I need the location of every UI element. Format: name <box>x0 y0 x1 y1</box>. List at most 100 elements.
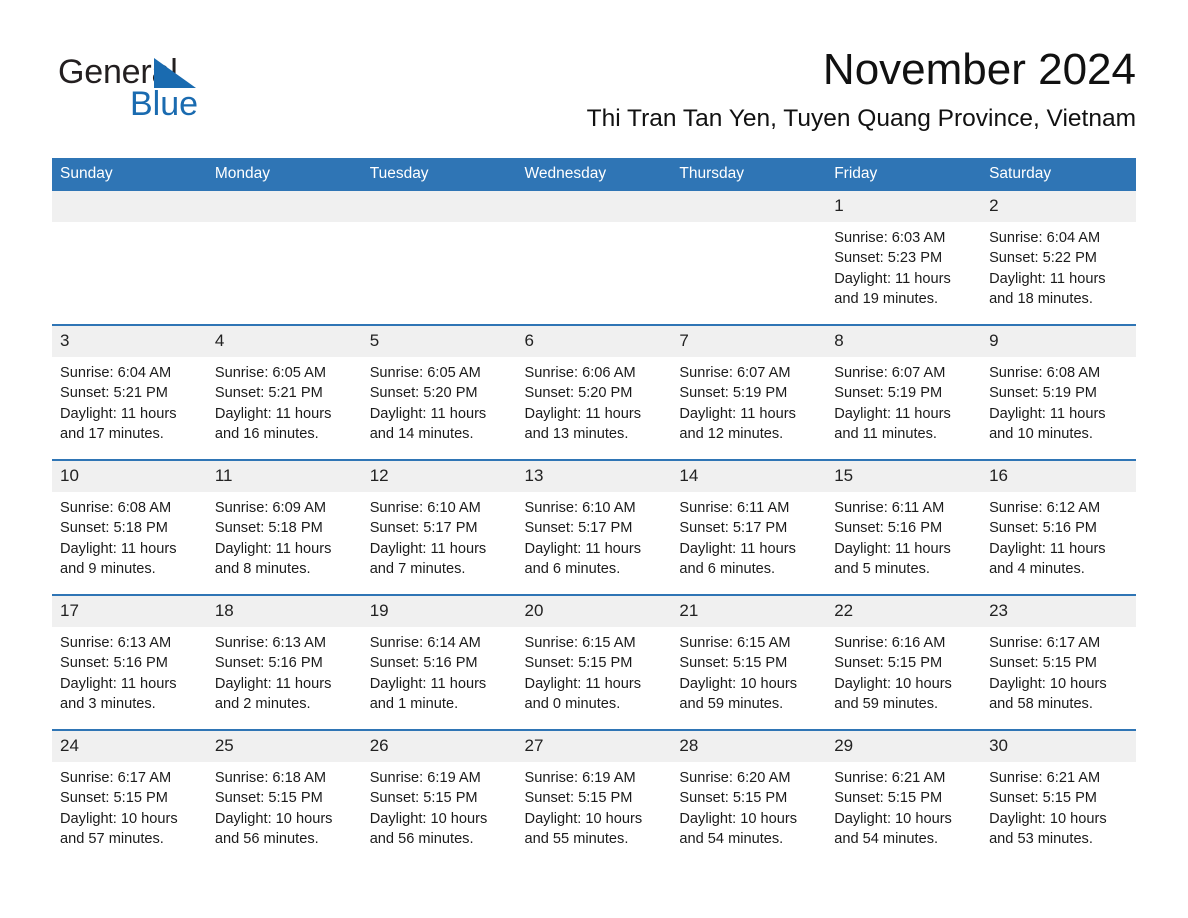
sunset-text: Sunset: 5:15 PM <box>524 655 633 672</box>
sunset-text: Sunset: 5:15 PM <box>989 790 1097 807</box>
calendar-day-cell[interactable]: 26 Sunrise: 6:19 AM Sunset: 5:15 PM Dayligh… <box>361 729 517 864</box>
day-sun-info: Sunrise: 6:13 AM Sunset: 5:16 PM Daylight:… <box>207 627 362 714</box>
day-sun-info: Sunrise: 6:15 AM Sunset: 5:15 PM Daylight:… <box>517 627 672 714</box>
sunrise-text: Sunrise: 6:04 AM <box>60 365 172 381</box>
calendar-week-row: 24 Sunrise: 6:17 AM Sunset: 5:15 PM Dayligh… <box>52 729 1136 864</box>
sunset-text: Sunset: 5:19 PM <box>679 385 788 402</box>
day-number: 17 <box>52 596 207 627</box>
weekday-header-tuesday: Tuesday <box>361 158 517 191</box>
sunrise-text: Sunrise: 6:17 AM <box>989 635 1101 651</box>
calendar-day-cell[interactable]: 17 Sunrise: 6:13 AM Sunset: 5:16 PM Dayligh… <box>52 594 207 730</box>
calendar-day-cell[interactable]: 30 Sunrise: 6:21 AM Sunset: 5:15 PM Dayligh… <box>981 729 1136 864</box>
sunset-text: Sunset: 5:16 PM <box>834 520 943 537</box>
day-number: 8 <box>826 326 982 357</box>
calendar-day-cell[interactable]: 13 Sunrise: 6:10 AM Sunset: 5:17 PM Dayligh… <box>516 459 672 595</box>
day-sun-info: Sunrise: 6:14 AM Sunset: 5:16 PM Daylight:… <box>362 627 517 714</box>
calendar-day-cell[interactable]: 8 Sunrise: 6:07 AM Sunset: 5:19 PM Daylight… <box>826 324 982 460</box>
day-sun-info: Sunrise: 6:08 AM Sunset: 5:19 PM Daylight:… <box>981 357 1136 444</box>
day-sun-info: Sunrise: 6:05 AM Sunset: 5:21 PM Daylight:… <box>207 357 362 444</box>
calendar-day-cell[interactable]: 19 Sunrise: 6:14 AM Sunset: 5:16 PM Dayligh… <box>361 594 517 730</box>
month-calendar: Sunday Monday Tuesday Wednesday Thursday… <box>52 158 1136 864</box>
sunset-text: Sunset: 5:19 PM <box>989 385 1097 402</box>
logo-text-blue: Blue <box>130 85 199 123</box>
day-number <box>671 191 827 222</box>
sunrise-text: Sunrise: 6:19 AM <box>369 770 481 786</box>
calendar-day-cell[interactable]: 16 Sunrise: 6:12 AM Sunset: 5:16 PM Dayligh… <box>981 459 1136 595</box>
daylight-text: Daylight: 11 hours and 2 minutes. <box>214 675 332 712</box>
day-number: 15 <box>826 461 982 492</box>
calendar-day-cell[interactable]: 12 Sunrise: 6:10 AM Sunset: 5:17 PM Dayligh… <box>361 459 517 595</box>
daylight-text: Daylight: 11 hours and 11 minutes. <box>834 405 951 442</box>
sunset-text: Sunset: 5:17 PM <box>369 520 478 537</box>
daylight-text: Daylight: 10 hours and 56 minutes. <box>214 810 333 847</box>
calendar-day-cell[interactable]: 20 Sunrise: 6:15 AM Sunset: 5:15 PM Dayligh… <box>516 594 672 730</box>
calendar-day-cell[interactable]: 3 Sunrise: 6:04 AM Sunset: 5:21 PM Daylight… <box>52 324 207 460</box>
calendar-day-cell[interactable]: 2 Sunrise: 6:04 AM Sunset: 5:22 PM Daylight… <box>981 191 1136 325</box>
weekday-header-saturday: Saturday <box>981 158 1136 191</box>
calendar-day-cell[interactable]: 9 Sunrise: 6:08 AM Sunset: 5:19 PM Daylight… <box>981 324 1136 460</box>
daylight-text: Daylight: 11 hours and 6 minutes. <box>524 540 642 577</box>
calendar-day-cell[interactable]: 6 Sunrise: 6:06 AM Sunset: 5:20 PM Daylight… <box>516 324 672 460</box>
sunrise-text: Sunrise: 6:06 AM <box>524 365 636 381</box>
calendar-day-cell[interactable]: 24 Sunrise: 6:17 AM Sunset: 5:15 PM Dayligh… <box>52 729 207 864</box>
daylight-text: Daylight: 10 hours and 56 minutes. <box>369 810 488 847</box>
calendar-day-cell[interactable]: 29 Sunrise: 6:21 AM Sunset: 5:15 PM Dayligh… <box>826 729 982 864</box>
calendar-day-cell[interactable]: 22 Sunrise: 6:16 AM Sunset: 5:15 PM Dayligh… <box>826 594 982 730</box>
day-sun-info: Sunrise: 6:21 AM Sunset: 5:15 PM Daylight:… <box>981 762 1136 849</box>
daylight-text: Daylight: 11 hours and 3 minutes. <box>60 675 177 712</box>
calendar-day-cell[interactable]: 18 Sunrise: 6:13 AM Sunset: 5:16 PM Dayligh… <box>206 594 362 730</box>
sunrise-text: Sunrise: 6:05 AM <box>369 365 481 381</box>
day-sun-info: Sunrise: 6:08 AM Sunset: 5:18 PM Daylight:… <box>52 492 207 579</box>
daylight-text: Daylight: 11 hours and 10 minutes. <box>989 405 1106 442</box>
calendar-day-cell-empty <box>361 191 517 325</box>
daylight-text: Daylight: 10 hours and 54 minutes. <box>679 810 798 847</box>
day-number: 20 <box>516 596 672 627</box>
weekday-header-wednesday: Wednesday <box>516 158 672 191</box>
calendar-day-cell[interactable]: 28 Sunrise: 6:20 AM Sunset: 5:15 PM Dayligh… <box>671 729 827 864</box>
day-sun-info: Sunrise: 6:19 AM Sunset: 5:15 PM Daylight:… <box>362 762 517 849</box>
calendar-day-cell[interactable]: 25 Sunrise: 6:18 AM Sunset: 5:15 PM Dayligh… <box>206 729 362 864</box>
day-number: 3 <box>52 326 207 357</box>
sunrise-text: Sunrise: 6:10 AM <box>524 500 636 516</box>
day-number <box>206 191 362 222</box>
weekday-header-thursday: Thursday <box>671 158 827 191</box>
calendar-day-cell[interactable]: 4 Sunrise: 6:05 AM Sunset: 5:21 PM Daylight… <box>206 324 362 460</box>
calendar-day-cell[interactable]: 23 Sunrise: 6:17 AM Sunset: 5:15 PM Dayligh… <box>981 594 1136 730</box>
title-block: November 2024 Thi Tran Tan Yen, Tuyen Qu… <box>587 44 1136 134</box>
calendar-day-cell[interactable]: 27 Sunrise: 6:19 AM Sunset: 5:15 PM Dayligh… <box>516 729 672 864</box>
daylight-text: Daylight: 10 hours and 59 minutes. <box>679 675 798 712</box>
calendar-day-cell[interactable]: 11 Sunrise: 6:09 AM Sunset: 5:18 PM Dayligh… <box>206 459 362 595</box>
calendar-day-cell[interactable]: 15 Sunrise: 6:11 AM Sunset: 5:16 PM Dayligh… <box>826 459 982 595</box>
day-number: 10 <box>52 461 207 492</box>
daylight-text: Daylight: 10 hours and 53 minutes. <box>989 810 1107 847</box>
day-sun-info: Sunrise: 6:10 AM Sunset: 5:17 PM Daylight:… <box>362 492 517 579</box>
weekday-header-monday: Monday <box>206 158 362 191</box>
calendar-page: General Blue November 2024 Thi Tran Tan … <box>0 0 1188 918</box>
day-number: 25 <box>206 731 362 762</box>
day-sun-info: Sunrise: 6:07 AM Sunset: 5:19 PM Daylight:… <box>826 357 981 444</box>
sunrise-text: Sunrise: 6:03 AM <box>834 230 946 246</box>
daylight-text: Daylight: 11 hours and 1 minute. <box>369 675 487 712</box>
daylight-text: Daylight: 11 hours and 4 minutes. <box>989 540 1106 577</box>
calendar-day-cell-empty <box>52 191 207 325</box>
calendar-day-cell[interactable]: 10 Sunrise: 6:08 AM Sunset: 5:18 PM Dayligh… <box>52 459 207 595</box>
general-blue-logo[interactable]: General Blue <box>58 52 318 124</box>
calendar-day-cell[interactable]: 1 Sunrise: 6:03 AM Sunset: 5:23 PM Daylight… <box>826 191 982 325</box>
daylight-text: Daylight: 11 hours and 5 minutes. <box>834 540 951 577</box>
calendar-day-cell[interactable]: 7 Sunrise: 6:07 AM Sunset: 5:19 PM Daylight… <box>671 324 827 460</box>
sunset-text: Sunset: 5:16 PM <box>369 655 478 672</box>
day-number: 9 <box>981 326 1136 357</box>
day-sun-info: Sunrise: 6:21 AM Sunset: 5:15 PM Daylight:… <box>826 762 981 849</box>
daylight-text: Daylight: 11 hours and 19 minutes. <box>834 270 951 307</box>
calendar-day-cell[interactable]: 21 Sunrise: 6:15 AM Sunset: 5:15 PM Dayligh… <box>671 594 827 730</box>
day-sun-info: Sunrise: 6:17 AM Sunset: 5:15 PM Daylight:… <box>981 627 1136 714</box>
daylight-text: Daylight: 11 hours and 9 minutes. <box>60 540 177 577</box>
sunrise-text: Sunrise: 6:13 AM <box>60 635 172 651</box>
calendar-day-cell[interactable]: 14 Sunrise: 6:11 AM Sunset: 5:17 PM Dayligh… <box>671 459 827 595</box>
calendar-day-cell[interactable]: 5 Sunrise: 6:05 AM Sunset: 5:20 PM Daylight… <box>361 324 517 460</box>
location-subtitle: Thi Tran Tan Yen, Tuyen Quang Province, … <box>586 105 1136 132</box>
daylight-text: Daylight: 11 hours and 17 minutes. <box>60 405 177 442</box>
sunset-text: Sunset: 5:15 PM <box>60 790 168 807</box>
page-title: November 2024 <box>822 45 1136 94</box>
sunrise-text: Sunrise: 6:16 AM <box>834 635 946 651</box>
